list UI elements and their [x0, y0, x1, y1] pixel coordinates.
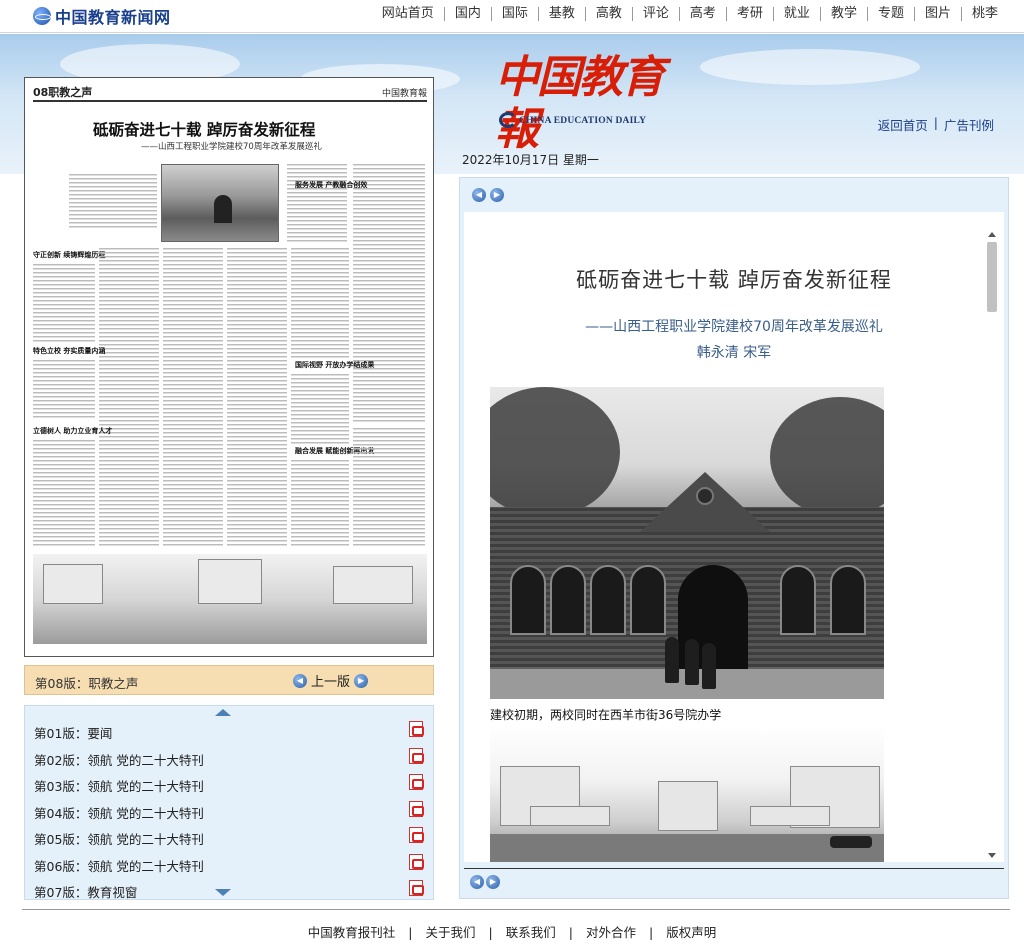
footer-links: 中国教育报刊社 | 关于我们 | 联系我们 | 对外合作 | 版权声明 [307, 925, 717, 940]
article-authors: 韩永清 宋军 [696, 345, 772, 361]
article-nav-top: ◀ ▶ [472, 188, 504, 202]
previous-edition-nav[interactable]: ◀ 上一版 ▶ [293, 671, 369, 690]
scroll-down-icon[interactable] [215, 889, 231, 896]
preview-subtitle: ——山西工程职业学院建校70周年改革发展巡礼 [141, 142, 322, 152]
edition-item-label[interactable]: 第01版：要闻 [34, 723, 112, 742]
nav-link[interactable]: 图片 [913, 7, 961, 21]
current-edition-label: 第08版：职教之声 [35, 676, 139, 691]
preview-masthead: 中国教育報 [381, 88, 427, 99]
footer-link[interactable]: 中国教育报刊社 [308, 925, 396, 940]
edition-item-label[interactable]: 第02版：领航 党的二十大特刊 [34, 750, 204, 769]
article-content: 砥砺奋进七十载 踔厉奋发新征程 ——山西工程职业学院建校70周年改革发展巡礼 韩… [464, 212, 1004, 862]
scroll-down-arrow-icon[interactable] [988, 853, 996, 858]
edition-item-label[interactable]: 第04版：领航 党的二十大特刊 [34, 803, 204, 822]
newspaper-name: 中国教育報 [495, 52, 665, 155]
edition-item[interactable]: 第06版：领航 党的二十大特刊 [25, 851, 433, 878]
preview-section-label: 08职教之声 [33, 86, 93, 99]
ad-rates-link[interactable]: 广告刊例 [944, 115, 994, 134]
historic-campus-photo [490, 387, 884, 699]
site-logo[interactable]: 中国教育新闻网 [33, 4, 171, 28]
edition-item-label[interactable]: 第07版：教育视窗 [34, 882, 137, 899]
preview-header: 08职教之声 中国教育報 [33, 84, 427, 102]
pdf-icon[interactable] [409, 747, 424, 764]
nav-link[interactable]: 国内 [443, 7, 491, 21]
pdf-icon[interactable] [409, 827, 424, 843]
edition-item[interactable]: 第03版：领航 党的二十大特刊 [25, 771, 433, 798]
edition-item-label[interactable]: 第05版：领航 党的二十大特刊 [34, 829, 204, 848]
next-arrow-icon[interactable]: ▶ [354, 673, 369, 688]
edition-item-label[interactable]: 第03版：领航 党的二十大特刊 [34, 776, 204, 795]
preview-section-1: 守正创新 续铸辉煌历程 [33, 251, 106, 259]
pdf-icon[interactable] [409, 774, 424, 790]
main-nav: 网站首页 国内 国际 基教 高教 评论 高考 考研 就业 教学 专题 图片 桃李 [372, 7, 1008, 21]
footer-link[interactable]: 对外合作 [586, 925, 636, 940]
nav-link[interactable]: 评论 [631, 7, 679, 21]
nav-link[interactable]: 高教 [584, 7, 632, 21]
article-title: 砥砺奋进七十载 踔厉奋发新征程 [576, 268, 892, 292]
prev-arrow-icon[interactable]: ◀ [293, 673, 307, 688]
edition-item[interactable]: 第05版：领航 党的二十大特刊 [25, 824, 433, 851]
article-subtitle: ——山西工程职业学院建校70周年改革发展巡礼 [585, 319, 883, 335]
nav-link[interactable]: 网站首页 [372, 7, 444, 21]
header-links: 返回首页 | 广告刊例 [877, 115, 994, 134]
issue-date: 2022年10月17日 星期一 [462, 153, 599, 167]
footer-link[interactable]: 联系我们 [506, 925, 556, 940]
next-article-icon[interactable]: ▶ [490, 188, 504, 202]
prev-article-icon[interactable]: ◀ [472, 188, 486, 202]
prev-article-bottom-icon[interactable]: ◀ [470, 875, 484, 889]
preview-bottom-photo [33, 554, 427, 644]
scroll-up-arrow-icon[interactable] [988, 232, 996, 237]
preview-section-4: 服务发展 产教融合创效 [295, 181, 368, 189]
preview-lead-text [69, 174, 157, 230]
pdf-icon[interactable] [409, 721, 424, 737]
edition-list: 第01版：要闻第02版：领航 党的二十大特刊 第03版：领航 党的二十大特刊 第04… [24, 705, 434, 900]
nav-link[interactable]: 国际 [490, 7, 538, 21]
globe-logo-icon [33, 7, 51, 25]
pdf-icon[interactable] [409, 880, 424, 896]
footer-link[interactable]: 版权声明 [666, 925, 716, 940]
back-home-link[interactable]: 返回首页 [878, 115, 928, 134]
nav-link[interactable]: 就业 [772, 7, 820, 21]
article-nav-bottom: ◀ ▶ [470, 875, 500, 889]
nav-link[interactable]: 考研 [725, 7, 773, 21]
next-article-bottom-icon[interactable]: ▶ [486, 875, 500, 889]
current-edition-bar: 第08版：职教之声 ◀ 上一版 ▶ [24, 665, 434, 695]
previous-edition-label[interactable]: 上一版 [311, 671, 350, 690]
nav-link[interactable]: 高考 [678, 7, 726, 21]
nav-link[interactable]: 桃李 [960, 7, 1008, 21]
edition-item[interactable]: 第04版：领航 党的二十大特刊 [25, 798, 433, 825]
nav-link[interactable]: 专题 [866, 7, 914, 21]
page-preview[interactable]: 08职教之声 中国教育報 砥砺奋进七十载 踔厉奋发新征程 ——山西工程职业学院建… [24, 77, 434, 657]
preview-section-3: 立德树人 助力立业育人才 [33, 427, 113, 435]
edition-item[interactable]: 第01版：要闻 [25, 718, 433, 745]
nav-link[interactable]: 基教 [537, 7, 585, 21]
swoosh-icon [499, 112, 517, 128]
article-panel: ◀ ▶ 砥砺奋进七十载 踔厉奋发新征程 ——山西工程职业学院建校70周年改革发展… [459, 177, 1009, 899]
nav-link[interactable]: 教学 [819, 7, 867, 21]
newspaper-logo[interactable]: 中国教育報 CHINA EDUCATION DAILY [495, 52, 695, 155]
footer-link[interactable]: 关于我们 [426, 925, 476, 940]
newspaper-name-en: CHINA EDUCATION DAILY [519, 116, 647, 126]
preview-section-2: 特色立校 夯实质量内涵 [33, 347, 106, 355]
pdf-icon[interactable] [409, 800, 424, 817]
modern-campus-photo [490, 726, 884, 862]
edition-item-label[interactable]: 第06版：领航 党的二十大特刊 [34, 856, 204, 875]
scroll-up-icon[interactable] [215, 709, 231, 716]
pdf-icon[interactable] [409, 853, 424, 870]
preview-photo [161, 164, 279, 242]
preview-title: 砥砺奋进七十载 踔厉奋发新征程 [93, 120, 316, 139]
photo-caption: 建校初期，两校同时在西羊市街36号院办学 [490, 708, 722, 722]
top-navigation-bar: 中国教育新闻网 网站首页 国内 国际 基教 高教 评论 高考 考研 就业 教学 专题 图片 桃李 [0, 0, 1024, 33]
edition-item[interactable]: 第02版：领航 党的二十大特刊 [25, 745, 433, 772]
site-name: 中国教育新闻网 [55, 8, 171, 27]
preview-section-5: 国际视野 开放办学结成果 [295, 361, 375, 369]
